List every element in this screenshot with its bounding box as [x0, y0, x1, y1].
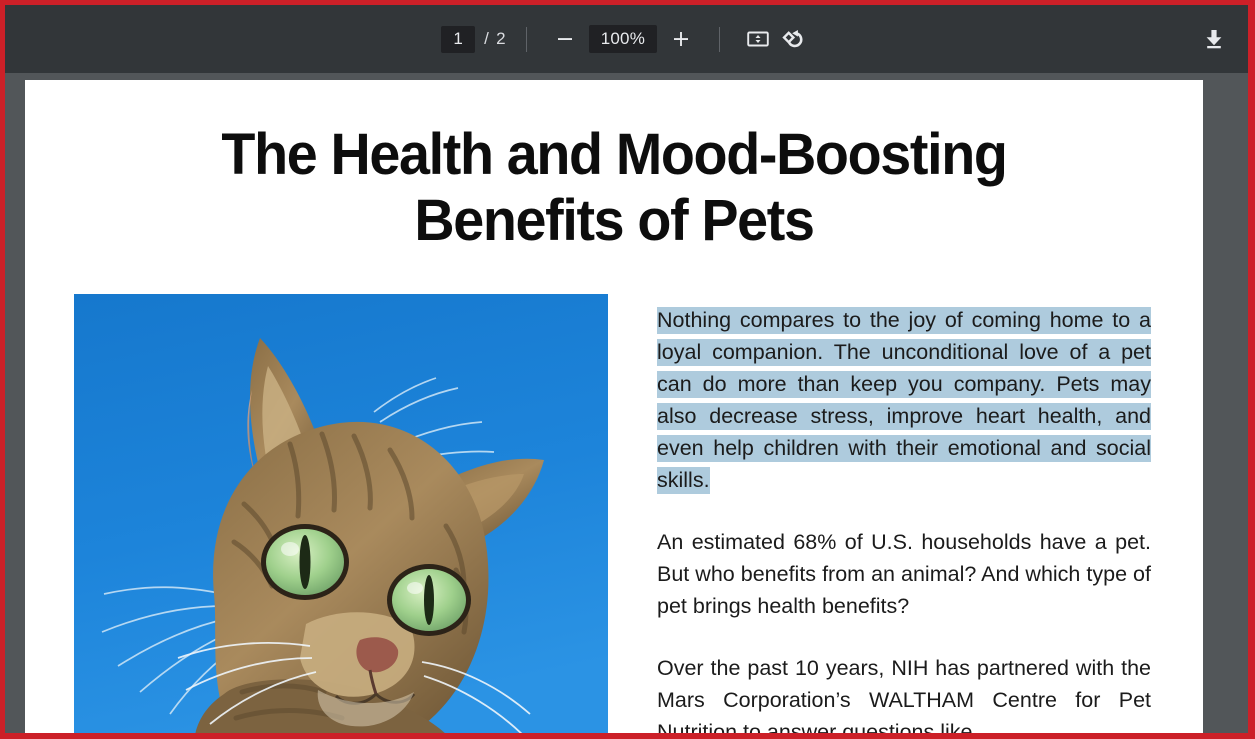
fit-to-page-button[interactable]	[740, 21, 776, 57]
zoom-out-button[interactable]	[547, 21, 583, 57]
toolbar-divider-1	[525, 26, 527, 52]
fit-page-icon	[747, 31, 769, 47]
total-pages-label: 2	[496, 29, 506, 48]
cat-photo	[74, 294, 608, 733]
pdf-page-viewport[interactable]: The Health and Mood-Boosting Benefits of…	[5, 73, 1248, 733]
zoom-level-display[interactable]: 100%	[588, 25, 657, 53]
paragraph-2: An estimated 68% of U.S. households have…	[657, 530, 1151, 618]
rotate-counterclockwise-button[interactable]	[776, 21, 812, 57]
page-separator: /	[484, 29, 490, 48]
rotate-ccw-icon	[782, 30, 803, 48]
paragraph-3: Over the past 10 years, NIH has partnere…	[657, 656, 1151, 733]
toolbar-right-group	[1196, 5, 1232, 73]
download-icon	[1206, 30, 1222, 49]
zoom-in-button[interactable]	[663, 21, 699, 57]
minus-icon	[557, 38, 572, 40]
toolbar-center-group: / 2 100%	[5, 5, 1248, 73]
page-number-input[interactable]	[441, 25, 476, 53]
plus-icon	[673, 32, 688, 46]
cat-photo-graphic	[74, 294, 608, 733]
pdf-viewer-window: / 2 100%	[0, 0, 1255, 739]
paragraph-highlighted: Nothing compares to the joy of coming ho…	[657, 304, 1151, 496]
pdf-toolbar: / 2 100%	[5, 5, 1248, 73]
highlighted-text: Nothing compares to the joy of coming ho…	[657, 307, 1151, 494]
download-button[interactable]	[1196, 21, 1232, 57]
toolbar-divider-2	[718, 26, 720, 52]
pdf-page-1: The Health and Mood-Boosting Benefits of…	[25, 80, 1203, 733]
page-content-columns: Nothing compares to the joy of coming ho…	[25, 294, 1203, 733]
page-navigation: / 2	[441, 25, 506, 53]
article-text-column: Nothing compares to the joy of coming ho…	[657, 294, 1151, 733]
document-title: The Health and Mood-Boosting Benefits of…	[221, 122, 1007, 253]
